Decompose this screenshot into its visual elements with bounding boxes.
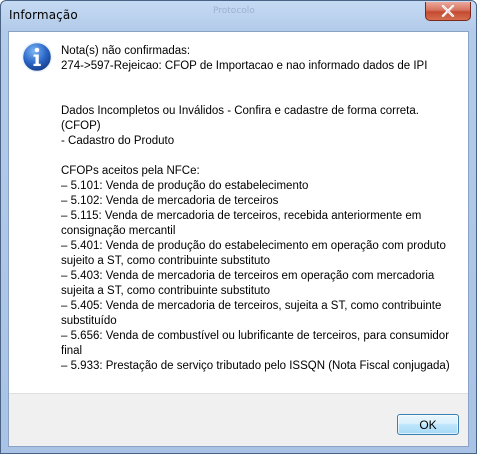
background-ghost-text: Protocolo <box>213 6 255 16</box>
close-icon <box>441 5 455 17</box>
dialog-client-area: Nota(s) não confirmadas: 274->597-Rejeic… <box>8 31 469 447</box>
button-bar: OK <box>9 393 468 446</box>
ok-button[interactable]: OK <box>397 414 459 435</box>
info-icon <box>21 41 53 73</box>
message-area: Nota(s) não confirmadas: 274->597-Rejeic… <box>9 32 468 392</box>
message-text: Nota(s) não confirmadas: 274->597-Rejeic… <box>61 45 450 372</box>
message-dialog: Informação Protocolo Nota(s) não confirm… <box>0 0 477 454</box>
close-button[interactable] <box>425 2 471 21</box>
title-bar[interactable]: Informação Protocolo <box>1 1 476 31</box>
window-title: Informação <box>9 8 78 22</box>
